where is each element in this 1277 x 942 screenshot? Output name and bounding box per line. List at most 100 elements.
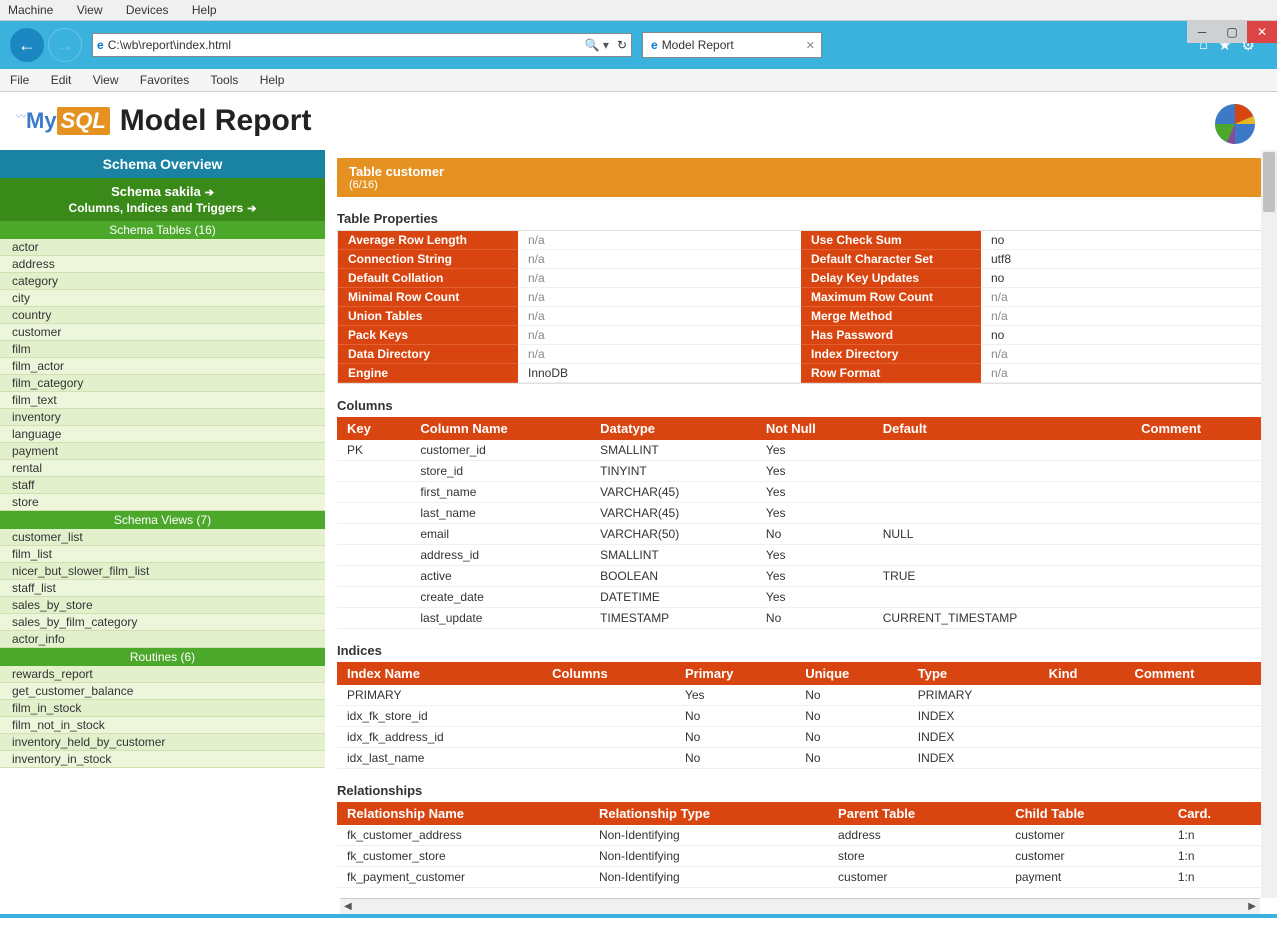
table-row: last_updateTIMESTAMPNoCURRENT_TIMESTAMP	[337, 608, 1265, 629]
vm-menu-view[interactable]: View	[77, 3, 103, 17]
sidebar-item[interactable]: language	[0, 426, 325, 443]
refresh-icon[interactable]: ↻	[617, 38, 627, 52]
scroll-right-icon[interactable]: ▶	[1248, 901, 1256, 912]
url-bar[interactable]: e C:\wb\report\index.html 🔍 ▾ ↻	[92, 33, 632, 57]
sidebar-item[interactable]: store	[0, 494, 325, 511]
sidebar-item[interactable]: customer_list	[0, 529, 325, 546]
sidebar-item[interactable]: sales_by_store	[0, 597, 325, 614]
overview-header[interactable]: Schema Overview	[0, 150, 325, 178]
columns-title: Columns	[337, 398, 1265, 413]
property-value: n/a	[518, 231, 801, 250]
section-header[interactable]: Schema Views (7)	[0, 511, 325, 529]
tab-title: Model Report	[662, 38, 734, 52]
tab-close-icon[interactable]: ✕	[806, 39, 815, 52]
search-icon[interactable]: 🔍 ▾	[585, 38, 609, 52]
column-header: Key	[337, 417, 410, 440]
table-row: address_idSMALLINTYes	[337, 545, 1265, 566]
schema-title: Schema sakila	[111, 184, 201, 199]
sidebar-item[interactable]: rental	[0, 460, 325, 477]
ie-menu-help[interactable]: Help	[260, 73, 285, 87]
sidebar-item[interactable]: address	[0, 256, 325, 273]
close-button[interactable]: ✕	[1247, 21, 1277, 43]
property-row: Average Row Lengthn/a	[338, 231, 801, 250]
column-header: Comment	[1131, 417, 1265, 440]
ie-menu-tools[interactable]: Tools	[210, 73, 238, 87]
window-controls: ─ ▢ ✕	[1187, 21, 1277, 43]
property-label: Has Password	[801, 326, 981, 345]
sidebar-item[interactable]: nicer_but_slower_film_list	[0, 563, 325, 580]
table-row: PKcustomer_idSMALLINTYes	[337, 440, 1265, 461]
section-header[interactable]: Routines (6)	[0, 648, 325, 666]
ie-menu-file[interactable]: File	[10, 73, 29, 87]
sidebar-item[interactable]: inventory	[0, 409, 325, 426]
column-header: Index Name	[337, 662, 542, 685]
column-header: Columns	[542, 662, 675, 685]
column-header: Unique	[795, 662, 908, 685]
vm-menu-devices[interactable]: Devices	[126, 3, 169, 17]
arrow-right-icon: ➔	[247, 203, 256, 215]
ie-menu-edit[interactable]: Edit	[51, 73, 72, 87]
scrollbar-thumb[interactable]	[1263, 152, 1275, 212]
sidebar-item[interactable]: payment	[0, 443, 325, 460]
sidebar-item[interactable]: rewards_report	[0, 666, 325, 683]
maximize-button[interactable]: ▢	[1217, 21, 1247, 43]
sidebar-item[interactable]: film_in_stock	[0, 700, 325, 717]
property-value: n/a	[981, 288, 1264, 307]
schema-header[interactable]: Schema sakila➔ Columns, Indices and Trig…	[0, 178, 325, 221]
vm-menu-machine[interactable]: Machine	[8, 3, 53, 17]
sidebar-item[interactable]: film_list	[0, 546, 325, 563]
table-row: idx_fk_store_idNoNoINDEX	[337, 706, 1265, 727]
sidebar-item[interactable]: film_text	[0, 392, 325, 409]
sidebar-item[interactable]: inventory_in_stock	[0, 751, 325, 768]
vertical-scrollbar[interactable]	[1261, 150, 1277, 898]
back-button[interactable]: ←	[10, 28, 44, 62]
relationships-table: Relationship NameRelationship TypeParent…	[337, 802, 1265, 888]
sidebar-item[interactable]: film_not_in_stock	[0, 717, 325, 734]
taskbar-edge	[0, 914, 1277, 918]
scroll-left-icon[interactable]: ◀	[344, 901, 352, 912]
property-value: no	[981, 326, 1264, 345]
sidebar-item[interactable]: inventory_held_by_customer	[0, 734, 325, 751]
property-row: Minimal Row Countn/a	[338, 288, 801, 307]
vm-menu-help[interactable]: Help	[192, 3, 217, 17]
ie-menu-favorites[interactable]: Favorites	[140, 73, 189, 87]
pie-chart-icon	[1213, 102, 1257, 146]
sidebar-item[interactable]: staff	[0, 477, 325, 494]
sidebar-item[interactable]: film	[0, 341, 325, 358]
property-row: Delay Key Updatesno	[801, 269, 1264, 288]
ie-menu-view[interactable]: View	[93, 73, 119, 87]
sidebar-item[interactable]: film_actor	[0, 358, 325, 375]
table-row: activeBOOLEANYesTRUE	[337, 566, 1265, 587]
column-header: Kind	[1039, 662, 1125, 685]
browser-chrome: ─ ▢ ✕ ← → e C:\wb\report\index.html 🔍 ▾ …	[0, 21, 1277, 69]
sidebar-item[interactable]: actor_info	[0, 631, 325, 648]
property-row: Union Tablesn/a	[338, 307, 801, 326]
sidebar-item[interactable]: actor	[0, 239, 325, 256]
sidebar-item[interactable]: category	[0, 273, 325, 290]
property-row: Data Directoryn/a	[338, 345, 801, 364]
sidebar-item[interactable]: film_category	[0, 375, 325, 392]
property-label: Pack Keys	[338, 326, 518, 345]
sidebar-item[interactable]: staff_list	[0, 580, 325, 597]
sidebar-item[interactable]: sales_by_film_category	[0, 614, 325, 631]
section-header[interactable]: Schema Tables (16)	[0, 221, 325, 239]
sidebar-item[interactable]: country	[0, 307, 325, 324]
horizontal-scrollbar[interactable]: ◀ ▶	[340, 898, 1260, 914]
sidebar-item[interactable]: city	[0, 290, 325, 307]
table-row: fk_customer_storeNon-Identifyingstorecus…	[337, 846, 1265, 867]
minimize-button[interactable]: ─	[1187, 21, 1217, 43]
table-row: fk_payment_customerNon-Identifyingcustom…	[337, 867, 1265, 888]
column-header: Parent Table	[828, 802, 1005, 825]
browser-tab[interactable]: e Model Report ✕	[642, 32, 822, 58]
sidebar-item[interactable]: get_customer_balance	[0, 683, 325, 700]
property-value: utf8	[981, 250, 1264, 269]
column-header: Card.	[1168, 802, 1265, 825]
forward-button[interactable]: →	[48, 28, 82, 62]
indices-title: Indices	[337, 643, 1265, 658]
property-row: Use Check Sumno	[801, 231, 1264, 250]
property-row: Maximum Row Countn/a	[801, 288, 1264, 307]
sidebar-item[interactable]: customer	[0, 324, 325, 341]
column-header: Column Name	[410, 417, 590, 440]
table-name: Table customer	[349, 164, 444, 179]
property-value: n/a	[981, 345, 1264, 364]
